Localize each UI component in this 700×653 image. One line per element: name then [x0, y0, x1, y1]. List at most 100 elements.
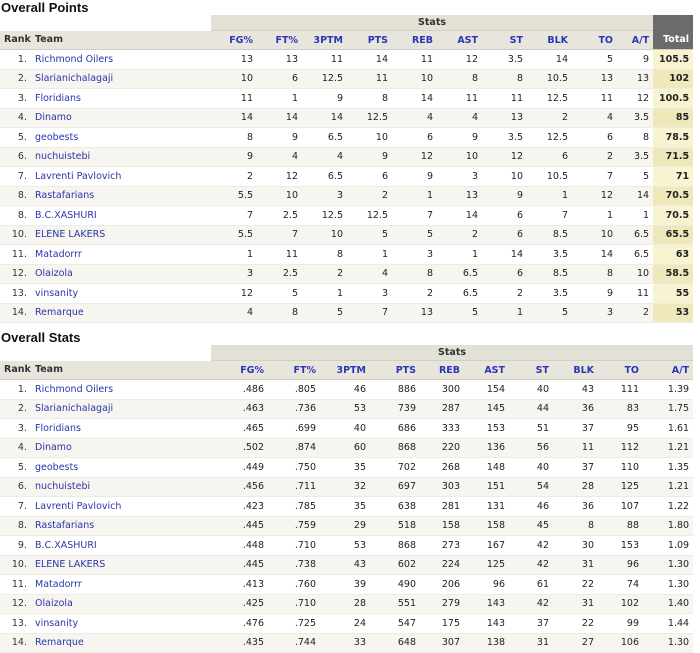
- at-cell: 9: [617, 49, 654, 70]
- ft-cell: .759: [268, 516, 320, 536]
- total-cell: 71.5: [653, 147, 694, 167]
- tpm-cell: 29: [320, 516, 370, 536]
- st-cell: 61: [509, 574, 553, 595]
- col-rank: Rank: [0, 360, 31, 380]
- team-link[interactable]: vinsanity: [31, 283, 211, 304]
- team-link[interactable]: Olaizola: [31, 594, 211, 614]
- ast-cell: 8: [437, 69, 482, 89]
- total-cell: 63: [653, 244, 694, 265]
- rank-cell: 7.: [0, 166, 31, 187]
- at-cell: 1.40: [643, 594, 694, 614]
- rank-cell: 10.: [0, 555, 31, 575]
- fg-cell: .449: [211, 457, 268, 478]
- team-link[interactable]: Matadorrr: [31, 244, 211, 265]
- team-link[interactable]: B.C.XASHURI: [31, 535, 211, 556]
- col-pts-sort[interactable]: PTS: [370, 360, 420, 380]
- to-cell: 88: [598, 516, 643, 536]
- fg-cell: 2: [211, 166, 257, 187]
- blk-cell: 5: [527, 303, 572, 323]
- ast-cell: 2: [437, 225, 482, 245]
- rank-cell: 8.: [0, 205, 31, 226]
- team-link[interactable]: nuchuistebi: [31, 147, 211, 167]
- blk-cell: 8.5: [527, 264, 572, 284]
- team-link[interactable]: ELENE LAKERS: [31, 225, 211, 245]
- rank-cell: 3.: [0, 88, 31, 109]
- team-link[interactable]: B.C.XASHURI: [31, 205, 211, 226]
- blk-cell: 22: [553, 613, 598, 634]
- col-reb-sort[interactable]: REB: [420, 360, 464, 380]
- team-link[interactable]: Rastafarians: [31, 516, 211, 536]
- ft-cell: .805: [268, 379, 320, 400]
- fg-cell: .502: [211, 438, 268, 458]
- col-st-sort[interactable]: ST: [482, 30, 527, 50]
- col-st-sort[interactable]: ST: [509, 360, 553, 380]
- ft-cell: 11: [257, 244, 302, 265]
- team-link[interactable]: Dinamo: [31, 438, 211, 458]
- col-ft-sort[interactable]: FT%: [268, 360, 320, 380]
- st-cell: 6: [482, 225, 527, 245]
- team-link[interactable]: Floridians: [31, 418, 211, 439]
- reb-cell: 158: [420, 516, 464, 536]
- team-link[interactable]: Floridians: [31, 88, 211, 109]
- tpm-cell: 43: [320, 555, 370, 575]
- ast-cell: 4: [437, 108, 482, 128]
- col-to-sort[interactable]: TO: [572, 30, 617, 50]
- blk-cell: 31: [553, 594, 598, 614]
- col-blk-sort[interactable]: BLK: [527, 30, 572, 50]
- reb-cell: 220: [420, 438, 464, 458]
- total-cell: 65.5: [653, 225, 694, 245]
- fg-cell: 8: [211, 127, 257, 148]
- fg-cell: 12: [211, 283, 257, 304]
- pts-cell: 739: [370, 399, 420, 419]
- tpm-cell: 24: [320, 613, 370, 634]
- team-link[interactable]: Lavrenti Pavlovich: [31, 496, 211, 517]
- team-link[interactable]: Matadorrr: [31, 574, 211, 595]
- team-link[interactable]: Lavrenti Pavlovich: [31, 166, 211, 187]
- col-ft-sort[interactable]: FT%: [257, 30, 302, 50]
- col-pts-sort[interactable]: PTS: [347, 30, 392, 50]
- table-row: 3. Floridians .465.699 40 686 333 153 51 37 95 1.6…: [0, 418, 694, 439]
- team-link[interactable]: Remarque: [31, 303, 211, 323]
- col-fg-sort[interactable]: FG%: [211, 360, 268, 380]
- st-cell: 9: [482, 186, 527, 206]
- ast-cell: 125: [464, 555, 509, 575]
- col-blk-sort[interactable]: BLK: [553, 360, 598, 380]
- col-ast-sort[interactable]: AST: [437, 30, 482, 50]
- at-cell: 6.5: [617, 244, 654, 265]
- col-fg-sort[interactable]: FG%: [211, 30, 257, 50]
- rank-cell: 2.: [0, 69, 31, 89]
- col-3ptm-sort[interactable]: 3PTM: [320, 360, 370, 380]
- col-ast-sort[interactable]: AST: [464, 360, 509, 380]
- col-to-sort[interactable]: TO: [598, 360, 643, 380]
- team-link[interactable]: Richmond Oilers: [31, 49, 211, 70]
- rank-cell: 8.: [0, 516, 31, 536]
- fg-cell: .425: [211, 594, 268, 614]
- fg-cell: .456: [211, 477, 268, 497]
- col-at-sort[interactable]: A/T: [617, 30, 654, 50]
- col-reb-sort[interactable]: REB: [392, 30, 437, 50]
- st-cell: 46: [509, 496, 553, 517]
- table-row: 10. ELENE LAKERS 5.5 7 10 5 5 2 6 8.5 10 6.5 65.5: [0, 225, 694, 245]
- tpm-cell: 3: [302, 186, 347, 206]
- team-link[interactable]: geobests: [31, 127, 211, 148]
- reb-cell: 279: [420, 594, 464, 614]
- st-cell: 10: [482, 166, 527, 187]
- fg-cell: 5.5: [211, 186, 257, 206]
- team-link[interactable]: nuchuistebi: [31, 477, 211, 497]
- to-cell: 1: [572, 205, 617, 226]
- team-link[interactable]: Dinamo: [31, 108, 211, 128]
- team-link[interactable]: Olaizola: [31, 264, 211, 284]
- pts-cell: 602: [370, 555, 420, 575]
- team-link[interactable]: Slarianichalagaji: [31, 69, 211, 89]
- team-link[interactable]: Slarianichalagaji: [31, 399, 211, 419]
- fg-cell: .423: [211, 496, 268, 517]
- team-link[interactable]: ELENE LAKERS: [31, 555, 211, 575]
- team-link[interactable]: geobests: [31, 457, 211, 478]
- rank-cell: 13.: [0, 283, 31, 304]
- col-3ptm-sort[interactable]: 3PTM: [302, 30, 347, 50]
- team-link[interactable]: vinsanity: [31, 613, 211, 634]
- tpm-cell: 46: [320, 379, 370, 400]
- col-at-sort[interactable]: A/T: [643, 360, 694, 380]
- team-link[interactable]: Richmond Oilers: [31, 379, 211, 400]
- team-link[interactable]: Rastafarians: [31, 186, 211, 206]
